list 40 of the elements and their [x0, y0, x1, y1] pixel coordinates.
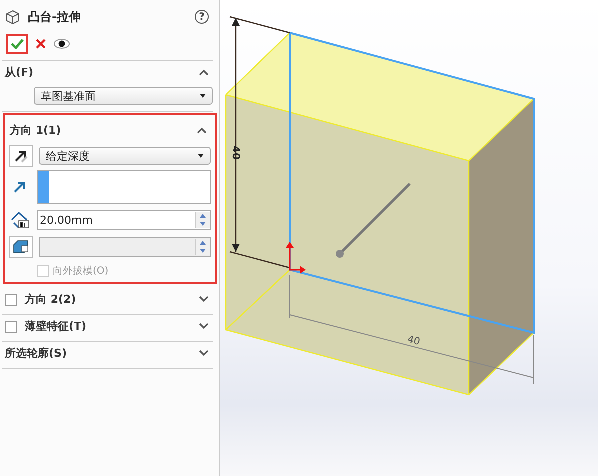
draft-angle-field[interactable]: [39, 237, 211, 257]
down-arrow-icon: [200, 249, 206, 253]
up-arrow-icon: [200, 241, 206, 245]
section-title: 方向 1(1): [10, 123, 62, 138]
depth-field[interactable]: 20.00mm: [37, 210, 211, 230]
origin-icon: [286, 242, 306, 274]
dimension-label: 40: [230, 146, 241, 160]
extrude-arrow-icon[interactable]: [336, 183, 411, 258]
section-title: 薄壁特征(T): [25, 319, 88, 334]
arrow-icon: [13, 180, 27, 194]
cube-icon: [6, 10, 20, 24]
section-title: 从(F): [5, 65, 35, 80]
caret-icon[interactable]: [199, 69, 209, 76]
block-icon: [13, 240, 29, 254]
feature-title: 凸台-拉伸: [28, 8, 82, 26]
eye-icon[interactable]: [54, 39, 70, 49]
draft-button[interactable]: [9, 236, 33, 258]
end-condition-dropdown[interactable]: 给定深度: [39, 147, 211, 165]
spin-down-button[interactable]: [196, 220, 210, 228]
close-button[interactable]: [36, 39, 46, 49]
start-dropdown[interactable]: 草图基准面: [34, 87, 213, 105]
help-button[interactable]: ?: [195, 10, 209, 24]
depth-icon: [10, 211, 30, 229]
reverse-direction-button[interactable]: [9, 145, 33, 167]
checkbox[interactable]: [5, 294, 17, 306]
checkbox[interactable]: [5, 320, 17, 332]
caret-icon[interactable]: [197, 127, 207, 134]
checkbox-label: 向外拔模(O): [53, 264, 109, 278]
ok-button[interactable]: [6, 34, 28, 54]
caret-icon[interactable]: [199, 296, 209, 303]
spin-up-button[interactable]: [196, 212, 210, 220]
up-arrow-icon: [200, 214, 206, 218]
section-title: 方向 2(2): [25, 292, 78, 307]
caret-icon[interactable]: [199, 350, 209, 357]
caret-icon[interactable]: [199, 323, 209, 330]
dimension-label: 40: [406, 334, 422, 348]
down-arrow-icon: [200, 222, 206, 226]
check-icon: [10, 39, 24, 49]
section-title: 所选轮廓(S): [5, 346, 68, 361]
arrows-icon: [13, 148, 29, 164]
